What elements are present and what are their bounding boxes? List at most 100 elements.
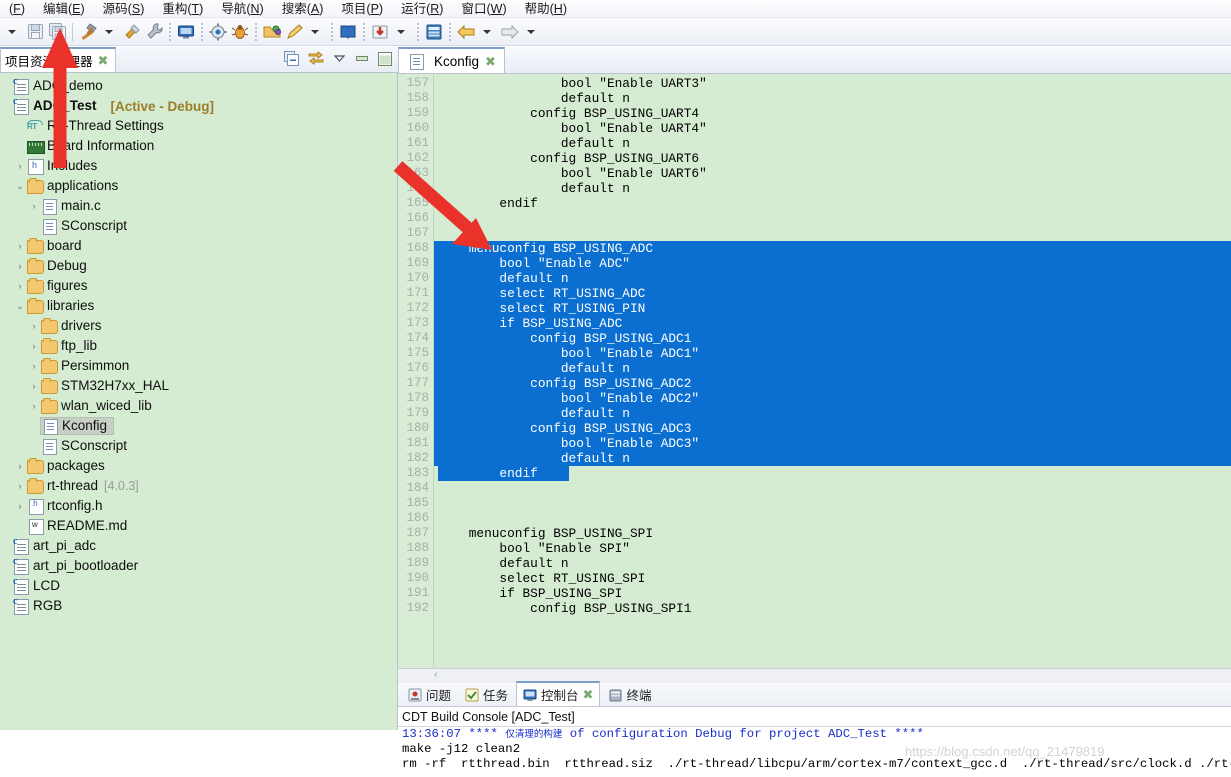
code-line[interactable]: select RT_USING_ADC	[434, 286, 1231, 301]
code-line[interactable]: config BSP_USING_UART4	[434, 106, 1231, 121]
debug-bug-icon[interactable]	[229, 21, 251, 43]
tree-item-adc_test[interactable]: ADC_Test [Active - Debug]	[0, 96, 397, 116]
tree-item-debug[interactable]: › Debug	[0, 256, 397, 276]
menu-item-8[interactable]: 窗口(W)	[452, 0, 515, 17]
console-tab-3[interactable]: 终端	[602, 683, 657, 706]
tree-item-art_pi_bootloader[interactable]: art_pi_bootloader	[0, 556, 397, 576]
code-line[interactable]: menuconfig BSP_USING_SPI	[434, 526, 1231, 541]
scroll-left-chevron-icon[interactable]: ‹	[434, 669, 438, 681]
expanded-twisty-icon[interactable]: ⌄	[14, 301, 26, 312]
terminal-icon[interactable]	[423, 21, 445, 43]
code-line[interactable]: default n	[434, 91, 1231, 106]
close-icon[interactable]: ✖	[485, 55, 496, 68]
code-line[interactable]: config BSP_USING_ADC3	[434, 421, 1231, 436]
collapsed-twisty-icon[interactable]: ›	[28, 361, 40, 371]
console-monitor-icon[interactable]	[175, 21, 197, 43]
tree-item-main.c[interactable]: › main.c	[0, 196, 397, 216]
close-icon[interactable]: ✖	[98, 54, 109, 67]
code-line[interactable]	[434, 226, 1231, 241]
tree-item-adc_demo[interactable]: ADC_demo	[0, 76, 397, 96]
console-tab-0[interactable]: 问题	[402, 683, 457, 706]
code-line[interactable]: if BSP_USING_ADC	[434, 316, 1231, 331]
code-line[interactable]: default n	[434, 271, 1231, 286]
tree-item-figures[interactable]: › figures	[0, 276, 397, 296]
tree-item-applications[interactable]: ⌄ applications	[0, 176, 397, 196]
collapsed-twisty-icon[interactable]: ›	[28, 201, 40, 211]
tree-item-drivers[interactable]: › drivers	[0, 316, 397, 336]
console-tab-1[interactable]: 任务	[459, 683, 514, 706]
code-line[interactable]: bool "Enable ADC"	[434, 256, 1231, 271]
code-line[interactable]: bool "Enable ADC3"	[434, 436, 1231, 451]
code-line[interactable]: bool "Enable UART6"	[434, 166, 1231, 181]
tree-item-packages[interactable]: › packages	[0, 456, 397, 476]
code-line[interactable]: bool "Enable ADC1"	[434, 346, 1231, 361]
code-content[interactable]: bool "Enable UART3" default n config BSP…	[434, 74, 1231, 668]
tree-item-rgb[interactable]: RGB	[0, 596, 397, 616]
maximize-icon[interactable]	[378, 51, 392, 69]
code-line[interactable]: default n	[434, 451, 1231, 466]
import-dropdown-arrow-icon[interactable]	[391, 21, 413, 43]
project-tree[interactable]: ADC_demo ADC_Test [Active - Debug] RT-Threa…	[0, 73, 397, 730]
forward-arrow-icon[interactable]	[499, 21, 521, 43]
collapsed-twisty-icon[interactable]: ›	[28, 381, 40, 391]
tree-item-board-information[interactable]: Board Information	[0, 136, 397, 156]
tab-project-explorer[interactable]: 项目资源管理器 ✖	[0, 47, 117, 72]
wrench-icon[interactable]	[143, 21, 165, 43]
tree-item-readme.md[interactable]: README.md	[0, 516, 397, 536]
code-line[interactable]: config BSP_USING_ADC2	[434, 376, 1231, 391]
code-line[interactable]	[434, 511, 1231, 526]
menu-item-2[interactable]: 源码(S)	[94, 0, 154, 17]
dropdown-arrow-icon[interactable]	[2, 21, 24, 43]
save-icon[interactable]	[24, 21, 46, 43]
tab-kconfig[interactable]: Kconfig ✖	[398, 47, 505, 73]
tree-item-board[interactable]: › board	[0, 236, 397, 256]
code-line[interactable]: config BSP_USING_ADC1	[434, 331, 1231, 346]
menu-item-3[interactable]: 重构(T)	[153, 0, 212, 17]
build-config-icon[interactable]	[121, 21, 143, 43]
code-line[interactable]: bool "Enable SPI"	[434, 541, 1231, 556]
expanded-twisty-icon[interactable]: ⌄	[14, 181, 26, 192]
back-dropdown-arrow-icon[interactable]	[477, 21, 499, 43]
collapsed-twisty-icon[interactable]: ›	[28, 401, 40, 411]
code-line[interactable]: bool "Enable ADC2"	[434, 391, 1231, 406]
console-tab-2[interactable]: 控制台 ✖	[516, 681, 601, 706]
collapsed-twisty-icon[interactable]: ›	[14, 241, 26, 251]
tree-item-wlan_wiced_lib[interactable]: › wlan_wiced_lib	[0, 396, 397, 416]
code-line[interactable]: select RT_USING_SPI	[434, 571, 1231, 586]
save-all-icon[interactable]	[46, 21, 68, 43]
code-line[interactable]: default n	[434, 361, 1231, 376]
menu-item-7[interactable]: 运行(R)	[392, 0, 452, 17]
code-line[interactable]: config BSP_USING_UART6	[434, 151, 1231, 166]
code-line[interactable]	[434, 496, 1231, 511]
code-line[interactable]: bool "Enable UART4"	[434, 121, 1231, 136]
tree-item-libraries[interactable]: ⌄ libraries	[0, 296, 397, 316]
view-menu-icon[interactable]	[333, 52, 346, 68]
tree-item-art_pi_adc[interactable]: art_pi_adc	[0, 536, 397, 556]
build-hammer-icon[interactable]	[77, 21, 99, 43]
code-line[interactable]: default n	[434, 136, 1231, 151]
code-line[interactable]: default n	[434, 406, 1231, 421]
tree-item-persimmon[interactable]: › Persimmon	[0, 356, 397, 376]
menu-item-6[interactable]: 项目(P)	[332, 0, 392, 17]
pen-dropdown-arrow-icon[interactable]	[305, 21, 327, 43]
menu-item-5[interactable]: 搜索(A)	[273, 0, 333, 17]
back-arrow-icon[interactable]	[455, 21, 477, 43]
book-icon[interactable]	[337, 21, 359, 43]
tree-item-rt-thread-settings[interactable]: RT-Thread Settings	[0, 116, 397, 136]
menu-item-1[interactable]: 编辑(E)	[34, 0, 94, 17]
code-editor[interactable]: 157 158 159 160 161 162 163 164 165 166 167 168 169 1…	[398, 74, 1231, 668]
code-line[interactable]: select RT_USING_PIN	[434, 301, 1231, 316]
code-line[interactable]: if BSP_USING_SPI	[434, 586, 1231, 601]
forward-dropdown-arrow-icon[interactable]	[521, 21, 543, 43]
import-icon[interactable]	[369, 21, 391, 43]
minimize-icon[interactable]	[355, 52, 369, 68]
code-line[interactable]	[434, 481, 1231, 496]
tree-item-lcd[interactable]: LCD	[0, 576, 397, 596]
collapsed-twisty-icon[interactable]: ›	[28, 341, 40, 351]
collapse-all-icon[interactable]	[284, 51, 299, 69]
collapsed-twisty-icon[interactable]: ›	[14, 501, 26, 511]
run-gear-icon[interactable]	[207, 21, 229, 43]
new-file-pen-icon[interactable]	[283, 21, 305, 43]
tree-item-rtconfig.h[interactable]: › rtconfig.h	[0, 496, 397, 516]
collapsed-twisty-icon[interactable]: ›	[14, 461, 26, 471]
